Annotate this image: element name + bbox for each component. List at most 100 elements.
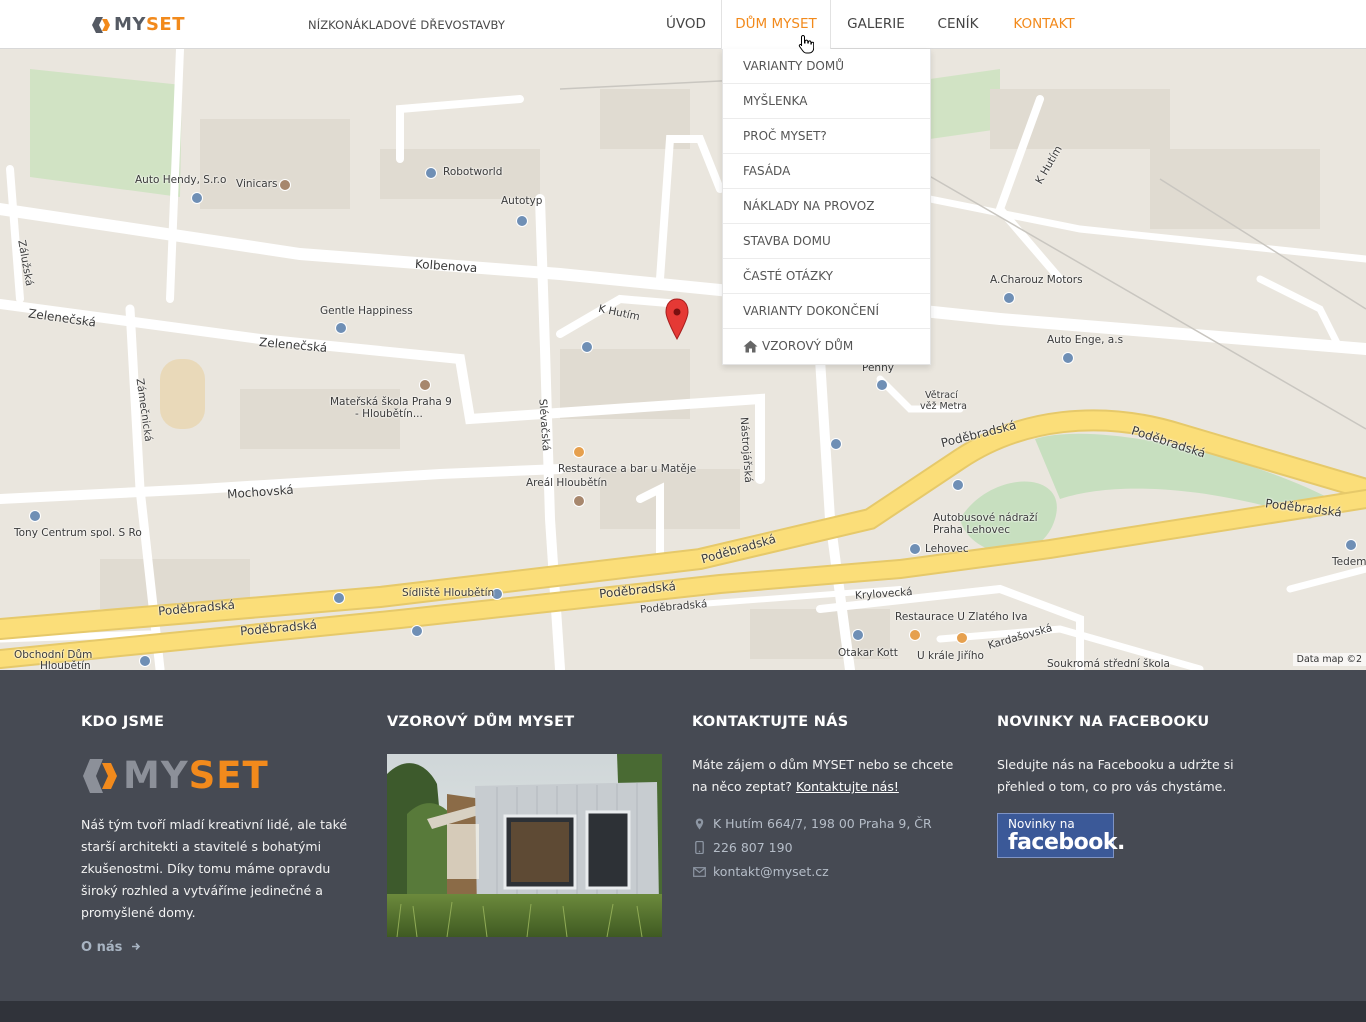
map-label: Autobusové nádraží bbox=[933, 512, 1038, 524]
site-header: MYSET NÍZKONÁKLADOVÉ DŘEVOSTAVBY ÚVOD DŮ… bbox=[0, 0, 1366, 50]
map-label: Hloubětín bbox=[40, 660, 91, 670]
poi-icon bbox=[516, 215, 528, 227]
poi-icon bbox=[573, 446, 585, 458]
about-title: KDO JSME bbox=[81, 714, 165, 730]
map-label: Mateřská škola Praha 9 bbox=[330, 396, 452, 408]
dropdown-item-fasada[interactable]: FASÁDA bbox=[723, 154, 930, 189]
map-pin-icon bbox=[695, 818, 703, 829]
site-footer: KDO JSME MYSET Náš tým tvoří mladí kreat… bbox=[0, 670, 1366, 1001]
poi-icon bbox=[139, 655, 151, 667]
map-label: Vinicars bbox=[236, 178, 278, 190]
map-label: Soukromá střední škola bbox=[1047, 658, 1170, 670]
dropdown-item-varianty-domu[interactable]: VARIANTY DOMŮ bbox=[723, 49, 930, 84]
nav-item-dum-myset[interactable]: DŮM MYSET bbox=[721, 0, 831, 50]
contact-address-text: K Hutím 664/7, 198 00 Praha 9, ČR bbox=[713, 816, 932, 831]
map-label: U krále Jiřího bbox=[917, 650, 984, 662]
footer-logo: MYSET bbox=[81, 756, 269, 796]
arrow-right-icon bbox=[131, 942, 141, 951]
logo-text-set: SET bbox=[145, 14, 185, 35]
about-text: Náš tým tvoří mladí kreativní lidé, ale … bbox=[81, 817, 348, 920]
contact-us-link[interactable]: Kontaktujte nás! bbox=[796, 779, 899, 794]
poi-icon bbox=[1062, 352, 1074, 364]
dropdown-item-proc-myset[interactable]: PROČ MYSET? bbox=[723, 119, 930, 154]
footer-bottom-bar bbox=[0, 1001, 1366, 1022]
dropdown-item-vzorovy-dum[interactable]: VZOROVÝ DŮM bbox=[723, 329, 930, 364]
logo-icon bbox=[92, 17, 110, 33]
dropdown-item-stavba-domu[interactable]: STAVBA DOMU bbox=[723, 224, 930, 259]
poi-icon bbox=[425, 167, 437, 179]
contact-email: kontakt@myset.cz bbox=[692, 864, 829, 879]
contact-email-text[interactable]: kontakt@myset.cz bbox=[713, 864, 829, 879]
dropdown-item-varianty-dokonceni[interactable]: VARIANTY DOKONČENÍ bbox=[723, 294, 930, 329]
model-house-title: VZOROVÝ DŮM MYSET bbox=[387, 714, 575, 730]
logo-text-my: MY bbox=[114, 14, 146, 35]
poi-icon bbox=[411, 625, 423, 637]
poi-icon bbox=[909, 629, 921, 641]
facebook-badge-small: Novinky na bbox=[1008, 817, 1075, 831]
nav-item-galerie[interactable]: GALERIE bbox=[840, 0, 912, 49]
hand-cursor-icon bbox=[798, 34, 814, 54]
map-label: A.Charouz Motors bbox=[990, 274, 1083, 286]
map-label: Auto Enge, a.s bbox=[1047, 334, 1124, 346]
map-label: Areál Hloubětín bbox=[526, 477, 608, 489]
poi-icon bbox=[581, 341, 593, 353]
poi-icon bbox=[333, 592, 345, 604]
map-label: Praha Lehovec bbox=[933, 524, 1010, 536]
poi-icon bbox=[956, 632, 968, 644]
map-streets bbox=[0, 49, 1366, 670]
map-label: Restaurace U Zlatého Iva bbox=[895, 611, 1028, 623]
poi-icon bbox=[909, 543, 921, 555]
poi-icon bbox=[573, 495, 585, 507]
nav-item-cenik[interactable]: CENÍK bbox=[930, 0, 986, 49]
mobile-phone-icon bbox=[694, 841, 704, 854]
poi-icon bbox=[335, 322, 347, 334]
poi-icon bbox=[876, 379, 888, 391]
map-label: věž Metra bbox=[920, 401, 967, 412]
facebook-title: NOVINKY NA FACEBOOKU bbox=[997, 714, 1210, 730]
site-logo[interactable]: MYSET bbox=[91, 13, 185, 37]
dropdown-item-myslenka[interactable]: MYŠLENKA bbox=[723, 84, 930, 119]
poi-icon bbox=[279, 179, 291, 191]
dropdown-item-naklady-na-provoz[interactable]: NÁKLADY NA PROVOZ bbox=[723, 189, 930, 224]
contact-intro: Máte zájem o dům MYSET nebo se chcete na… bbox=[692, 754, 962, 798]
map-attribution[interactable]: Data map ©2 bbox=[1292, 653, 1366, 666]
map-label: Autotyp bbox=[501, 195, 543, 207]
map-label: Sídliště Hloubětín bbox=[402, 587, 495, 599]
logo-icon bbox=[83, 759, 117, 793]
contact-title: KONTAKTUJTE NÁS bbox=[692, 714, 849, 730]
about-link-label: O nás bbox=[81, 940, 123, 955]
poi-icon bbox=[1003, 292, 1015, 304]
location-map[interactable]: Auto Hendy, S.r.o Vinicars Robotworld Au… bbox=[0, 49, 1366, 670]
poi-icon bbox=[1345, 539, 1357, 551]
map-label: Gentle Happiness bbox=[320, 305, 413, 317]
facebook-badge-button[interactable]: Novinky na facebook. bbox=[997, 813, 1125, 858]
facebook-badge-big: facebook. bbox=[1008, 830, 1125, 855]
poi-icon bbox=[191, 192, 203, 204]
nav-item-uvod[interactable]: ÚVOD bbox=[660, 0, 712, 49]
nav-item-kontakt[interactable]: KONTAKT bbox=[1006, 0, 1082, 49]
poi-icon bbox=[29, 510, 41, 522]
home-icon bbox=[743, 340, 758, 353]
dropdown-item-caste-otazky[interactable]: ČASTÉ OTÁZKY bbox=[723, 259, 930, 294]
about-link[interactable]: O nás bbox=[81, 940, 141, 955]
poi-icon bbox=[830, 438, 842, 450]
contact-phone: 226 807 190 bbox=[692, 840, 793, 855]
poi-icon bbox=[852, 629, 864, 641]
map-label: Otakar Kott bbox=[838, 647, 898, 659]
map-label: Robotworld bbox=[443, 166, 503, 178]
model-house-image[interactable] bbox=[387, 754, 662, 937]
map-label: Lehovec bbox=[925, 543, 969, 555]
poi-icon bbox=[419, 379, 431, 391]
facebook-text: Sledujte nás na Facebooku a udržte si př… bbox=[997, 757, 1234, 794]
dum-myset-dropdown: VARIANTY DOMŮ MYŠLENKA PROČ MYSET? FASÁD… bbox=[722, 49, 931, 365]
footer-logo-set: SET bbox=[188, 754, 269, 797]
map-label: Restaurace a bar u Matěje bbox=[558, 463, 697, 475]
dropdown-item-label: VZOROVÝ DŮM bbox=[762, 339, 854, 353]
contact-address: K Hutím 664/7, 198 00 Praha 9, ČR bbox=[692, 816, 932, 831]
map-label: Auto Hendy, S.r.o bbox=[135, 174, 227, 186]
map-label: - Hloubětín... bbox=[355, 408, 423, 420]
envelope-icon bbox=[692, 866, 706, 877]
site-tagline: NÍZKONÁKLADOVÉ DŘEVOSTAVBY bbox=[308, 18, 506, 32]
footer-logo-my: MY bbox=[123, 754, 189, 797]
contact-phone-text[interactable]: 226 807 190 bbox=[713, 840, 793, 855]
